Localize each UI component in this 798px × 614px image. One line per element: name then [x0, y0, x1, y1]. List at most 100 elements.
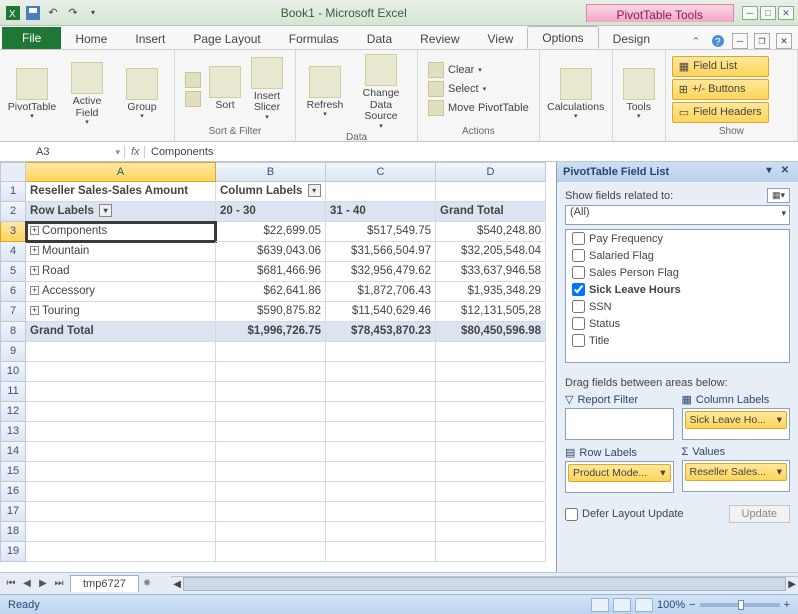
cell[interactable]: $78,453,870.23	[326, 322, 436, 342]
cell[interactable]	[216, 402, 326, 422]
field-item[interactable]: Sick Leave Hours	[566, 281, 789, 298]
expand-icon[interactable]: +	[30, 266, 39, 275]
row-header[interactable]: 4	[0, 242, 26, 262]
clear-button[interactable]: Clear ▾	[424, 61, 533, 79]
field-item[interactable]: Title	[566, 332, 789, 349]
column-chip[interactable]: Sick Leave Ho...▾	[685, 411, 788, 429]
cell[interactable]	[216, 422, 326, 442]
column-headers[interactable]: A B C D	[26, 162, 556, 182]
cell[interactable]	[436, 362, 546, 382]
row-header[interactable]: 6	[0, 282, 26, 302]
cell[interactable]	[26, 342, 216, 362]
cell[interactable]: Grand Total	[436, 202, 546, 222]
tab-home[interactable]: Home	[61, 28, 121, 49]
cell[interactable]: +Mountain	[26, 242, 216, 262]
field-checkbox[interactable]	[572, 300, 585, 313]
pivottable-button[interactable]: PivotTable▾	[6, 66, 58, 123]
pane-close-icon[interactable]: ✕	[778, 165, 792, 179]
cell[interactable]: $540,248.80	[436, 222, 546, 242]
cell[interactable]: $681,466.96	[216, 262, 326, 282]
cell[interactable]	[216, 482, 326, 502]
tab-view[interactable]: View	[474, 28, 528, 49]
refresh-button[interactable]: Refresh▾	[302, 64, 348, 121]
cell[interactable]	[326, 502, 436, 522]
tab-formulas[interactable]: Formulas	[275, 28, 353, 49]
defer-checkbox[interactable]	[565, 508, 578, 521]
row-header[interactable]: 2	[0, 202, 26, 222]
expand-icon[interactable]: +	[30, 286, 39, 295]
fx-icon[interactable]: fx	[125, 146, 145, 158]
field-checkbox[interactable]	[572, 334, 585, 347]
cell[interactable]: $11,540,629.46	[326, 302, 436, 322]
cell[interactable]: $31,566,504.97	[326, 242, 436, 262]
cell[interactable]	[26, 442, 216, 462]
tab-design[interactable]: Design	[599, 28, 664, 49]
col-header-d[interactable]: D	[436, 162, 546, 182]
field-item[interactable]: Status	[566, 315, 789, 332]
cell[interactable]	[326, 362, 436, 382]
row-header[interactable]: 11	[0, 382, 26, 402]
cell[interactable]	[26, 382, 216, 402]
new-sheet-icon[interactable]: ✸	[143, 578, 151, 589]
cell[interactable]: +Accessory	[26, 282, 216, 302]
select-button[interactable]: Select ▾	[424, 80, 533, 98]
row-labels-dropdown-icon[interactable]: ▾	[99, 204, 112, 217]
prev-sheet-icon[interactable]: ◀	[20, 578, 34, 589]
tools-button[interactable]: Tools▾	[619, 66, 659, 123]
row-header[interactable]: 10	[0, 362, 26, 382]
tab-insert[interactable]: Insert	[121, 28, 179, 49]
field-item[interactable]: Salaried Flag	[566, 247, 789, 264]
page-break-view-icon[interactable]	[635, 598, 653, 612]
field-checkbox[interactable]	[572, 249, 585, 262]
calculations-button[interactable]: Calculations▾	[546, 66, 606, 123]
cell[interactable]: Grand Total	[26, 322, 216, 342]
cell[interactable]: $32,956,479.62	[326, 262, 436, 282]
expand-icon[interactable]: +	[30, 226, 39, 235]
zoom-slider[interactable]: −+	[689, 599, 790, 611]
name-box[interactable]: A3	[30, 146, 125, 158]
field-list[interactable]: Pay Frequency Salaried Flag Sales Person…	[565, 229, 790, 363]
first-sheet-icon[interactable]: ⏮	[4, 578, 18, 589]
cell[interactable]	[26, 462, 216, 482]
column-labels-dropdown-icon[interactable]: ▾	[308, 184, 321, 197]
cell[interactable]	[216, 442, 326, 462]
undo-icon[interactable]: ↶	[44, 4, 62, 22]
sort-az-button[interactable]	[181, 71, 205, 89]
cell[interactable]	[436, 422, 546, 442]
cell[interactable]: $639,043.06	[216, 242, 326, 262]
row-header[interactable]: 16	[0, 482, 26, 502]
plus-minus-toggle[interactable]: ⊞+/- Buttons	[672, 79, 769, 100]
cell[interactable]	[26, 542, 216, 562]
change-data-source-button[interactable]: Change Data Source▾	[351, 52, 411, 132]
cell[interactable]	[26, 482, 216, 502]
row-header[interactable]: 12	[0, 402, 26, 422]
cell[interactable]	[326, 542, 436, 562]
cell[interactable]: $22,699.05	[216, 222, 326, 242]
field-checkbox[interactable]	[572, 283, 585, 296]
row-header[interactable]: 9	[0, 342, 26, 362]
cell[interactable]	[326, 402, 436, 422]
cell[interactable]: +Components	[26, 222, 216, 242]
help-icon[interactable]: ?	[710, 33, 726, 49]
cell[interactable]	[436, 482, 546, 502]
row-labels-area[interactable]: Product Mode...▾	[565, 461, 674, 493]
sheet-tab[interactable]: tmp6727	[70, 575, 139, 592]
cell[interactable]	[216, 522, 326, 542]
cell[interactable]	[326, 482, 436, 502]
field-item[interactable]: Sales Person Flag	[566, 264, 789, 281]
horizontal-scrollbar[interactable]: ◀▶	[171, 576, 798, 592]
cell[interactable]: Row Labels ▾	[26, 202, 216, 222]
insert-slicer-button[interactable]: Insert Slicer▾	[245, 55, 289, 124]
cell[interactable]	[436, 442, 546, 462]
field-headers-toggle[interactable]: ▭Field Headers	[672, 102, 769, 123]
zoom-level[interactable]: 100%	[657, 599, 685, 611]
pane-dropdown-icon[interactable]: ▾	[762, 165, 776, 179]
normal-view-icon[interactable]	[591, 598, 609, 612]
cell[interactable]: 20 - 30	[216, 202, 326, 222]
cell[interactable]: $62,641.86	[216, 282, 326, 302]
cell[interactable]	[26, 402, 216, 422]
row-header[interactable]: 3	[0, 222, 26, 242]
layout-button[interactable]: ▦▾	[767, 188, 790, 203]
move-pivottable-button[interactable]: Move PivotTable	[424, 99, 533, 117]
col-header-c[interactable]: C	[326, 162, 436, 182]
